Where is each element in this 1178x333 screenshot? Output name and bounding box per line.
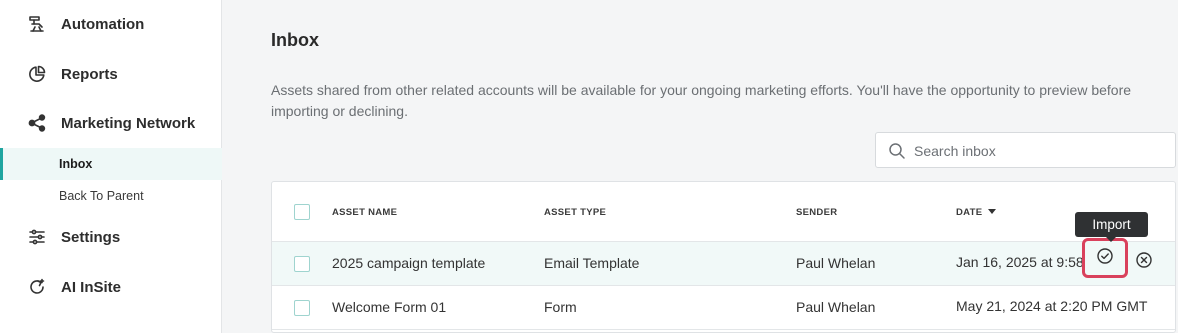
sidebar-item-label: AI InSite bbox=[61, 278, 122, 296]
search-icon bbox=[887, 141, 907, 161]
sidebar-subitem-back-to-parent[interactable]: Back To Parent bbox=[0, 180, 222, 212]
sender-cell: Paul Whelan bbox=[796, 299, 876, 315]
ai-insite-icon bbox=[26, 276, 48, 298]
share-network-icon bbox=[26, 112, 48, 134]
sidebar-item-label: Reports bbox=[61, 65, 118, 83]
sender-cell: Paul Whelan bbox=[796, 255, 876, 271]
sidebar-item-ai-insite[interactable]: AI InSite bbox=[0, 267, 222, 307]
column-header-sender[interactable]: SENDER bbox=[796, 207, 837, 218]
sidebar-item-reports[interactable]: Reports bbox=[0, 54, 222, 94]
date-cell: May 21, 2024 at 2:20 PM GMT bbox=[956, 298, 1148, 314]
search-box bbox=[875, 132, 1176, 168]
import-tooltip: Import bbox=[1075, 212, 1148, 242]
table-row[interactable]: 2025 campaign template Email Template Pa… bbox=[272, 242, 1175, 286]
decline-button[interactable] bbox=[1134, 251, 1154, 274]
column-header-asset-name[interactable]: ASSET NAME bbox=[332, 207, 397, 218]
sidebar-subitem-inbox[interactable]: Inbox bbox=[0, 148, 222, 180]
sort-descending-icon bbox=[988, 209, 997, 214]
sidebar-item-label: Settings bbox=[61, 228, 121, 246]
settings-sliders-icon bbox=[26, 226, 48, 248]
asset-name-cell[interactable]: 2025 campaign template bbox=[332, 255, 485, 271]
automation-icon bbox=[26, 13, 48, 35]
date-cell: Jan 16, 2025 at 9:58 AM GMT bbox=[956, 254, 1082, 270]
asset-type-cell: Email Template bbox=[544, 255, 640, 271]
sidebar-item-label: Automation bbox=[61, 15, 145, 33]
column-header-date-label: DATE bbox=[956, 207, 983, 218]
page-title: Inbox bbox=[271, 30, 319, 50]
sidebar-item-settings[interactable]: Settings bbox=[0, 217, 222, 257]
main-content: Inbox Assets shared from other related a… bbox=[223, 0, 1178, 333]
asset-type-cell: Form bbox=[544, 299, 577, 315]
table-header: ASSET NAME ASSET TYPE SENDER DATE bbox=[272, 182, 1175, 242]
column-header-date[interactable]: DATE bbox=[956, 207, 997, 218]
close-circle-icon bbox=[1135, 251, 1153, 274]
table-row[interactable]: Welcome Form 01 Form Paul Whelan May 21,… bbox=[272, 286, 1175, 330]
row-checkbox[interactable] bbox=[294, 256, 310, 272]
sidebar-subitem-label: Back To Parent bbox=[59, 189, 144, 203]
row-checkbox[interactable] bbox=[294, 300, 310, 316]
check-circle-icon bbox=[1096, 247, 1114, 270]
asset-name-cell[interactable]: Welcome Form 01 bbox=[332, 299, 446, 315]
sidebar-item-marketing-network[interactable]: Marketing Network bbox=[0, 103, 222, 143]
sidebar: Automation Reports Marketing Network Inb… bbox=[0, 0, 222, 333]
page-description: Assets shared from other related account… bbox=[271, 82, 1132, 119]
inbox-table: ASSET NAME ASSET TYPE SENDER DATE 2025 c… bbox=[271, 181, 1176, 333]
select-all-checkbox[interactable] bbox=[294, 204, 310, 220]
search-input[interactable] bbox=[914, 139, 1164, 163]
reports-icon bbox=[26, 63, 48, 85]
import-button[interactable] bbox=[1082, 238, 1128, 278]
sidebar-item-label: Marketing Network bbox=[61, 114, 196, 132]
sidebar-subitem-label: Inbox bbox=[59, 157, 93, 171]
sidebar-item-automation[interactable]: Automation bbox=[0, 4, 222, 44]
column-header-asset-type[interactable]: ASSET TYPE bbox=[544, 207, 606, 218]
